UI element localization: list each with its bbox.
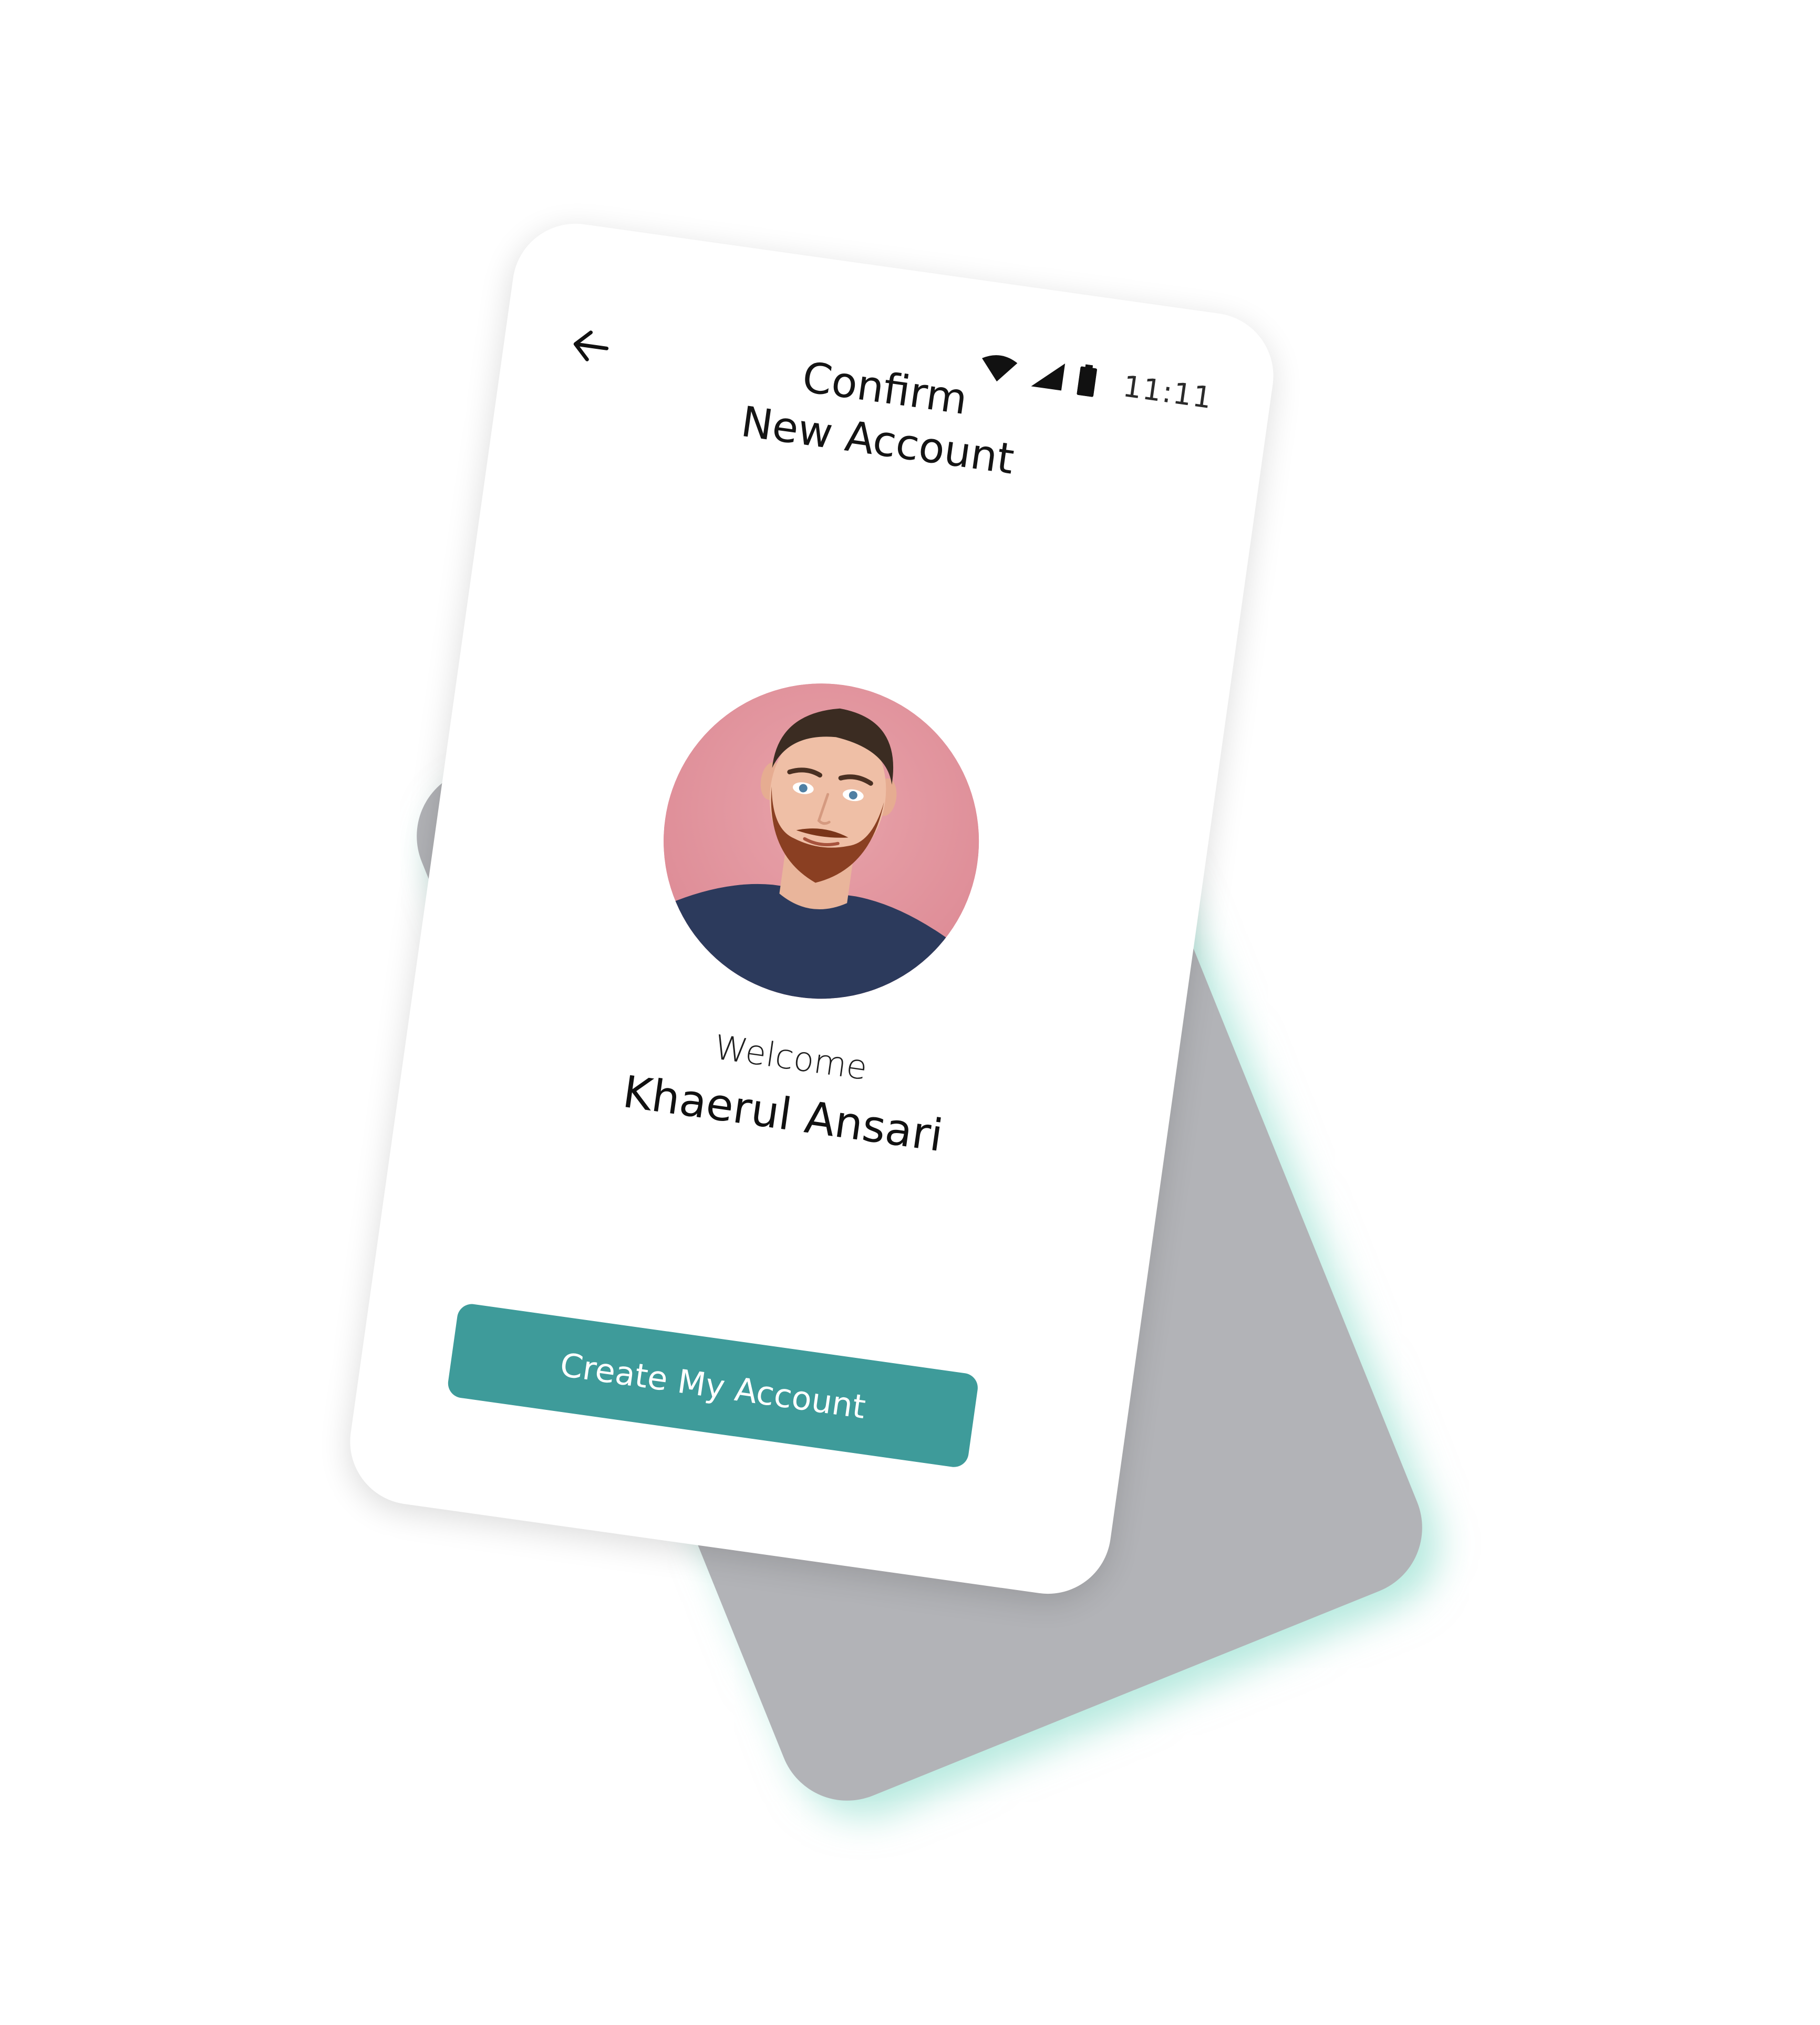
create-account-button[interactable]: Create My Account bbox=[446, 1302, 980, 1469]
avatar-portrait bbox=[643, 663, 999, 1020]
avatar bbox=[643, 663, 999, 1020]
create-account-label: Create My Account bbox=[557, 1345, 868, 1426]
page-title: Confirm New Account bbox=[494, 309, 1268, 520]
scene: 11:11 Confirm New Account Welcome Khaeru… bbox=[0, 0, 1820, 2025]
